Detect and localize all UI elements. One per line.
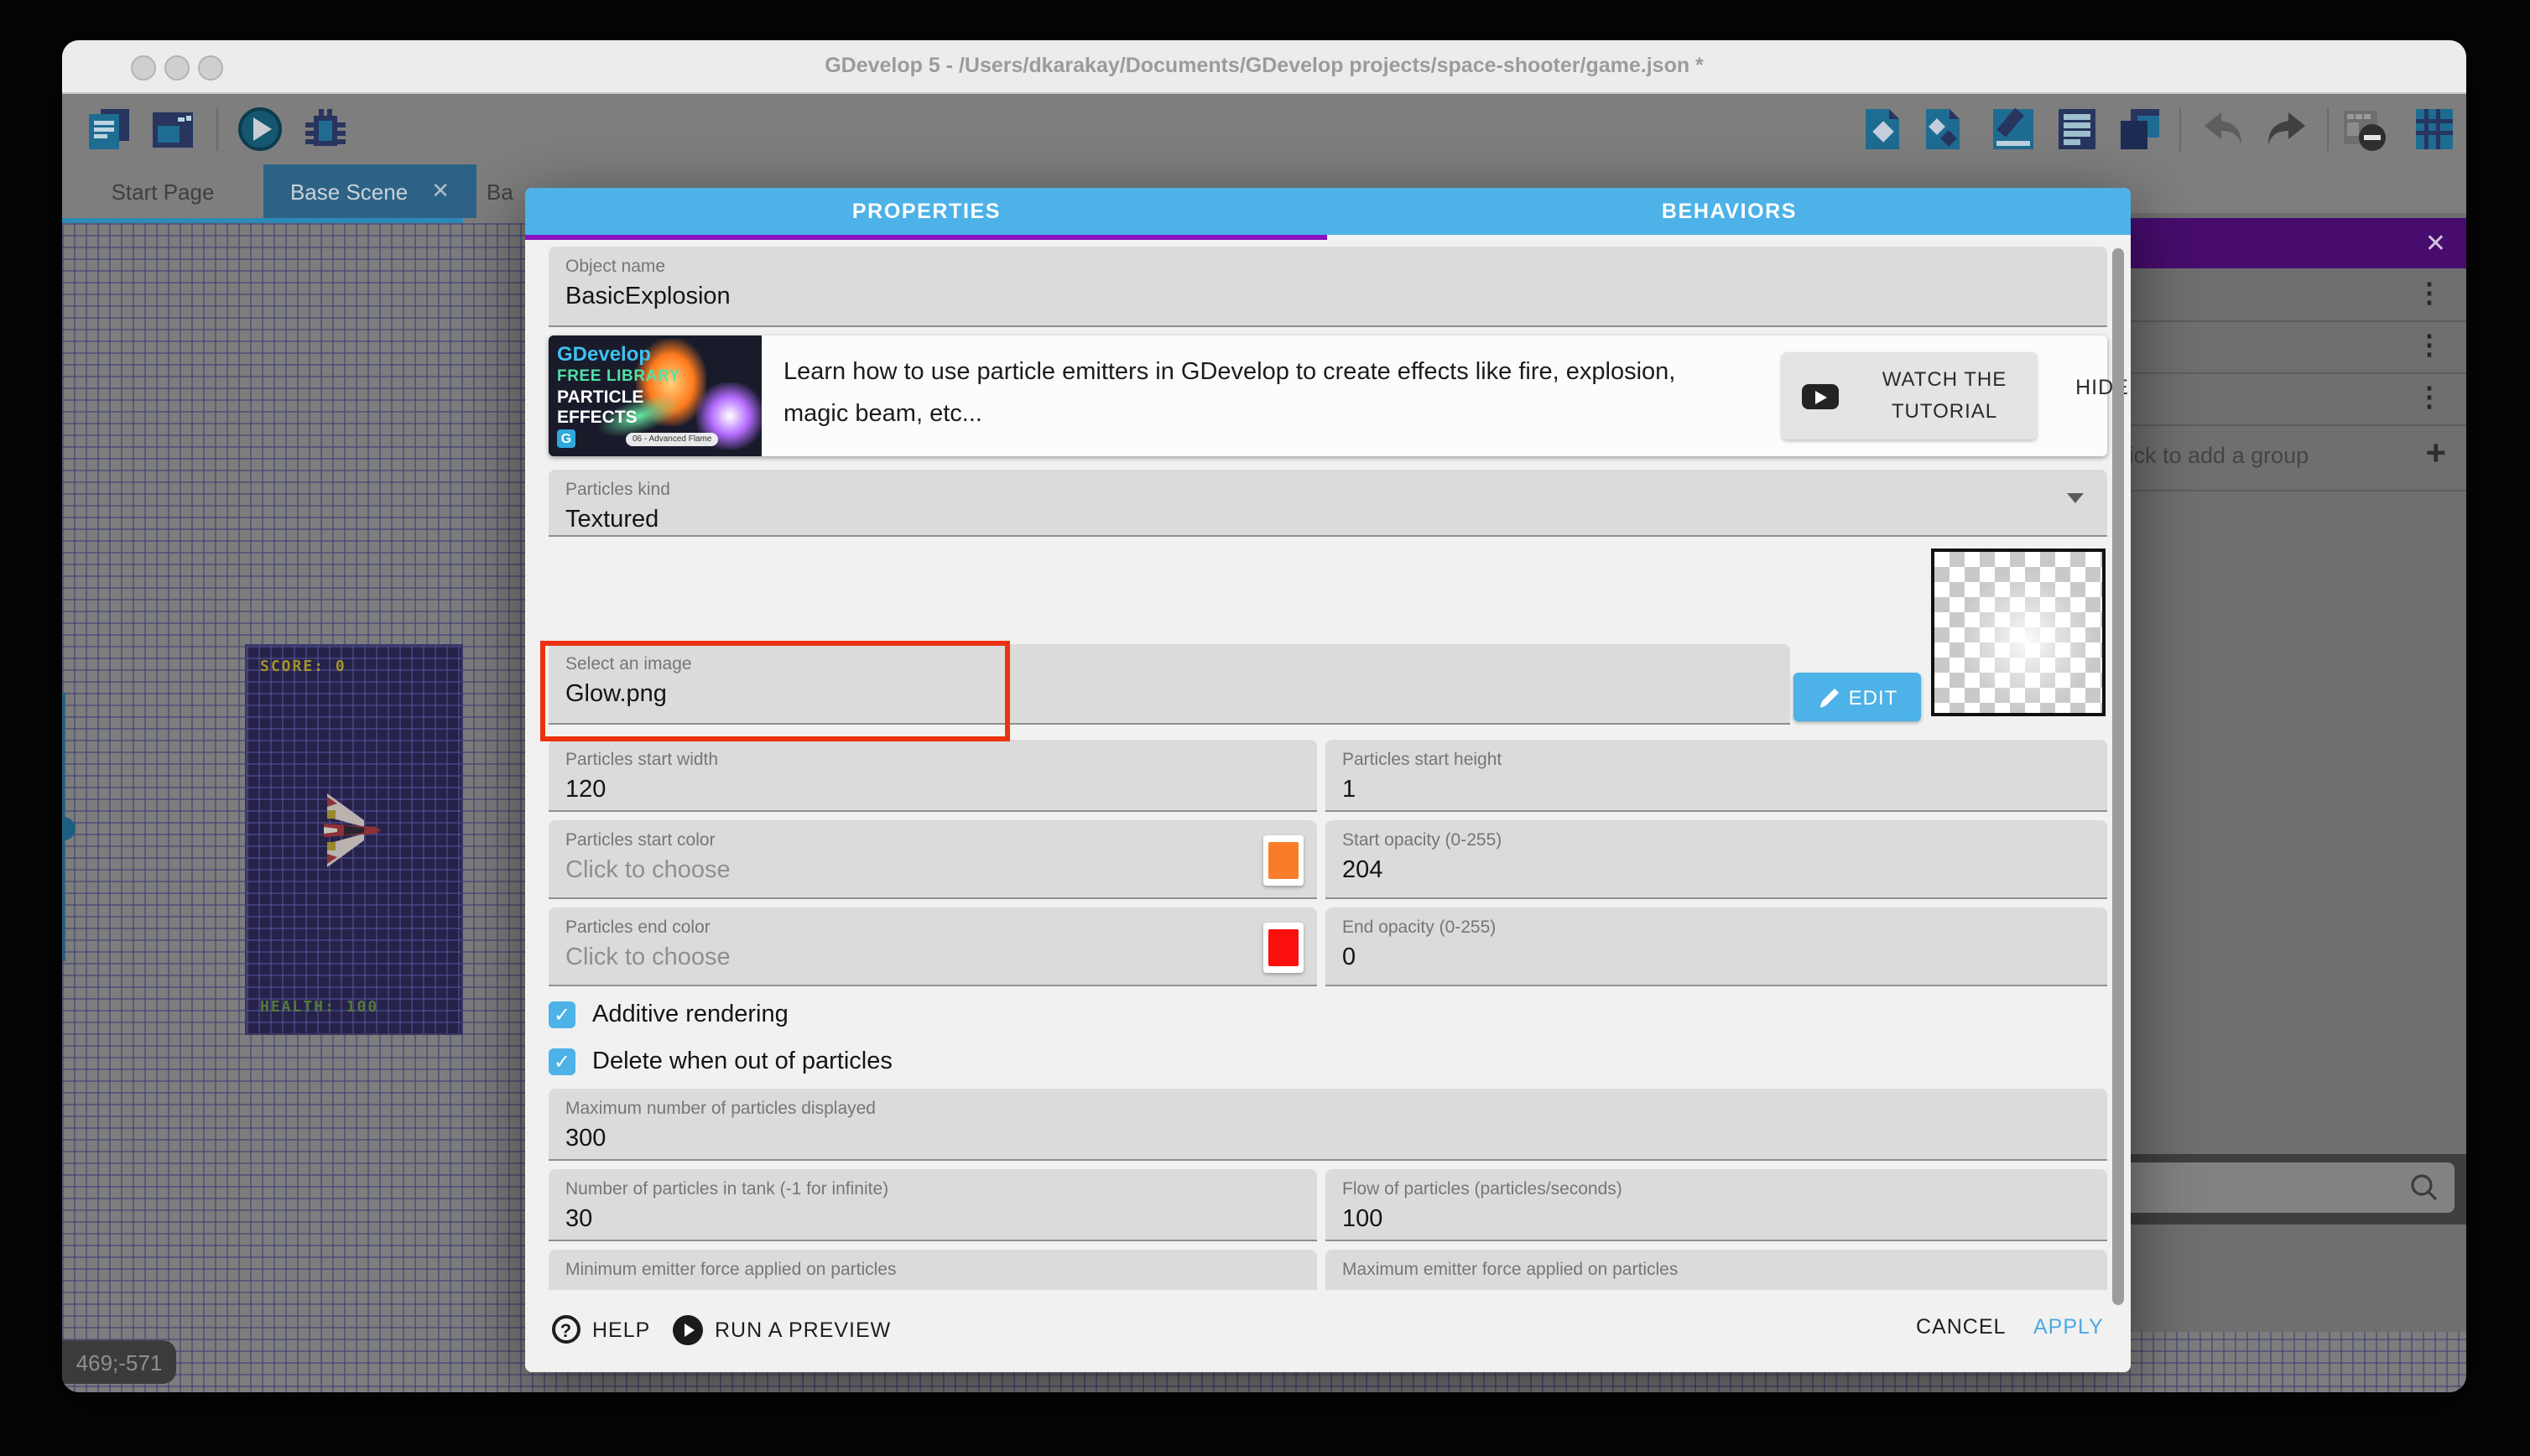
object-name-value: BasicExplosion bbox=[565, 283, 2090, 310]
min-force-field[interactable]: Minimum emitter force applied on particl… bbox=[549, 1250, 1317, 1290]
close-panel-icon[interactable]: ✕ bbox=[2425, 228, 2446, 258]
object-name-label: Object name bbox=[565, 257, 2090, 277]
glow-texture bbox=[1934, 552, 2102, 713]
toolbar-separator bbox=[216, 107, 218, 151]
active-dialog-tab-indicator bbox=[525, 235, 1327, 240]
start-width-field[interactable]: Particles start width 120 bbox=[549, 740, 1317, 812]
dialog-footer: ? HELP RUN A PREVIEW CANCEL APPLY bbox=[525, 1290, 2131, 1372]
cancel-button[interactable]: CANCEL bbox=[1916, 1315, 2006, 1339]
add-group-label: Click to add a group bbox=[2107, 443, 2309, 468]
player-ship-sprite bbox=[320, 790, 381, 871]
play-icon bbox=[673, 1315, 703, 1345]
search-icon bbox=[2408, 1171, 2441, 1204]
add-object-icon[interactable] bbox=[1859, 106, 1906, 153]
object-menu-icon[interactable]: ⋮ bbox=[2416, 329, 2443, 362]
edit-scene-properties-icon[interactable] bbox=[1990, 106, 2037, 153]
max-force-field[interactable]: Maximum emitter force applied on particl… bbox=[1325, 1250, 2107, 1290]
object-menu-icon[interactable]: ⋮ bbox=[2416, 277, 2443, 310]
start-height-field[interactable]: Particles start height 1 bbox=[1325, 740, 2107, 812]
toggle-grid-icon[interactable] bbox=[2411, 106, 2458, 153]
checkbox-checked-icon[interactable]: ✓ bbox=[549, 1048, 575, 1075]
hide-banner-button[interactable]: HIDE bbox=[2052, 376, 2153, 399]
chevron-down-icon bbox=[2067, 493, 2084, 503]
tab-base-scene[interactable]: Base Scene ✕ bbox=[263, 164, 476, 218]
apply-button[interactable]: APPLY bbox=[2033, 1315, 2104, 1339]
tab-start-page[interactable]: Start Page bbox=[62, 164, 263, 218]
close-tab-icon[interactable]: ✕ bbox=[431, 178, 450, 205]
main-toolbar: 1:1 bbox=[62, 94, 2466, 164]
project-manager-icon[interactable] bbox=[86, 106, 133, 153]
add-group-plus-icon[interactable]: + bbox=[2425, 434, 2446, 475]
tutorial-banner: GDevelop FREE LIBRARY PARTICLE EFFECTS G… bbox=[549, 335, 2107, 456]
youtube-icon bbox=[1802, 383, 1839, 408]
end-color-swatch[interactable] bbox=[1263, 923, 1304, 973]
object-groups-icon[interactable] bbox=[1919, 106, 1966, 153]
paintbrush-icon bbox=[1817, 685, 1839, 709]
canvas-left-scroll-handle[interactable] bbox=[62, 817, 75, 840]
tab-properties[interactable]: PROPERTIES bbox=[525, 188, 1328, 235]
dialog-scrollbar[interactable] bbox=[2112, 248, 2124, 1305]
edit-image-button[interactable]: EDIT bbox=[1793, 673, 1921, 721]
start-opacity-field[interactable]: Start opacity (0-255) 204 bbox=[1325, 820, 2107, 899]
start-color-field[interactable]: Particles start color Click to choose bbox=[549, 820, 1317, 899]
tutorial-text: Learn how to use particle emitters in GD… bbox=[783, 352, 1723, 438]
toggle-mask-icon[interactable] bbox=[2340, 106, 2387, 153]
instances-list-icon[interactable] bbox=[2116, 106, 2163, 153]
run-preview-button[interactable]: RUN A PREVIEW bbox=[673, 1315, 891, 1345]
start-color-swatch[interactable] bbox=[1263, 835, 1304, 886]
tank-field[interactable]: Number of particles in tank (-1 for infi… bbox=[549, 1169, 1317, 1241]
max-particles-field[interactable]: Maximum number of particles displayed 30… bbox=[549, 1089, 2107, 1161]
debugger-icon[interactable] bbox=[300, 106, 347, 153]
help-button[interactable]: ? HELP bbox=[552, 1315, 650, 1344]
layers-icon[interactable] bbox=[2054, 106, 2101, 153]
score-text: SCORE: 0 bbox=[260, 659, 346, 676]
watch-tutorial-button[interactable]: WATCH THE TUTORIAL bbox=[1782, 352, 2037, 439]
flow-field[interactable]: Flow of particles (particles/seconds) 10… bbox=[1325, 1169, 2107, 1241]
end-color-field[interactable]: Particles end color Click to choose bbox=[549, 907, 1317, 986]
dialog-tabbar: PROPERTIES BEHAVIORS bbox=[525, 188, 2131, 235]
scene-editor-icon[interactable] bbox=[149, 106, 196, 153]
delete-when-out-checkbox-row[interactable]: ✓ Delete when out of particles bbox=[549, 1043, 893, 1080]
checkbox-checked-icon[interactable]: ✓ bbox=[549, 1001, 575, 1028]
desktop: GDevelop 5 - /Users/dkarakay/Documents/G… bbox=[0, 0, 2530, 1456]
particles-kind-select[interactable]: Particles kind Textured bbox=[549, 470, 2107, 537]
help-icon: ? bbox=[552, 1315, 580, 1344]
gdevelop-logo: G bbox=[557, 429, 575, 448]
game-scene-area: SCORE: 0 HEALTH: 100 bbox=[245, 644, 463, 1035]
object-name-field[interactable]: Object name BasicExplosion bbox=[549, 247, 2107, 327]
additive-rendering-checkbox-row[interactable]: ✓ Additive rendering bbox=[549, 996, 789, 1033]
toolbar-separator bbox=[2179, 107, 2181, 151]
tab-behaviors[interactable]: BEHAVIORS bbox=[1328, 188, 2131, 235]
object-menu-icon[interactable]: ⋮ bbox=[2416, 381, 2443, 414]
window-title: GDevelop 5 - /Users/dkarakay/Documents/G… bbox=[62, 54, 2466, 77]
highlight-rectangle bbox=[540, 641, 1010, 741]
end-opacity-field[interactable]: End opacity (0-255) 0 bbox=[1325, 907, 2107, 986]
titlebar: GDevelop 5 - /Users/dkarakay/Documents/G… bbox=[62, 40, 2466, 94]
play-preview-icon[interactable] bbox=[237, 106, 284, 153]
undo-icon[interactable] bbox=[2199, 106, 2246, 153]
health-text: HEALTH: 100 bbox=[260, 1000, 378, 1017]
redo-icon[interactable] bbox=[2263, 106, 2310, 153]
tutorial-thumbnail[interactable]: GDevelop FREE LIBRARY PARTICLE EFFECTS G… bbox=[549, 335, 762, 456]
particle-texture-preview bbox=[1931, 549, 2106, 716]
cursor-coordinates: 469;-571 bbox=[62, 1340, 176, 1384]
app-window: GDevelop 5 - /Users/dkarakay/Documents/G… bbox=[62, 40, 2466, 1392]
toolbar-separator bbox=[2327, 107, 2329, 151]
object-properties-dialog: PROPERTIES BEHAVIORS Object name BasicEx… bbox=[525, 188, 2131, 1372]
